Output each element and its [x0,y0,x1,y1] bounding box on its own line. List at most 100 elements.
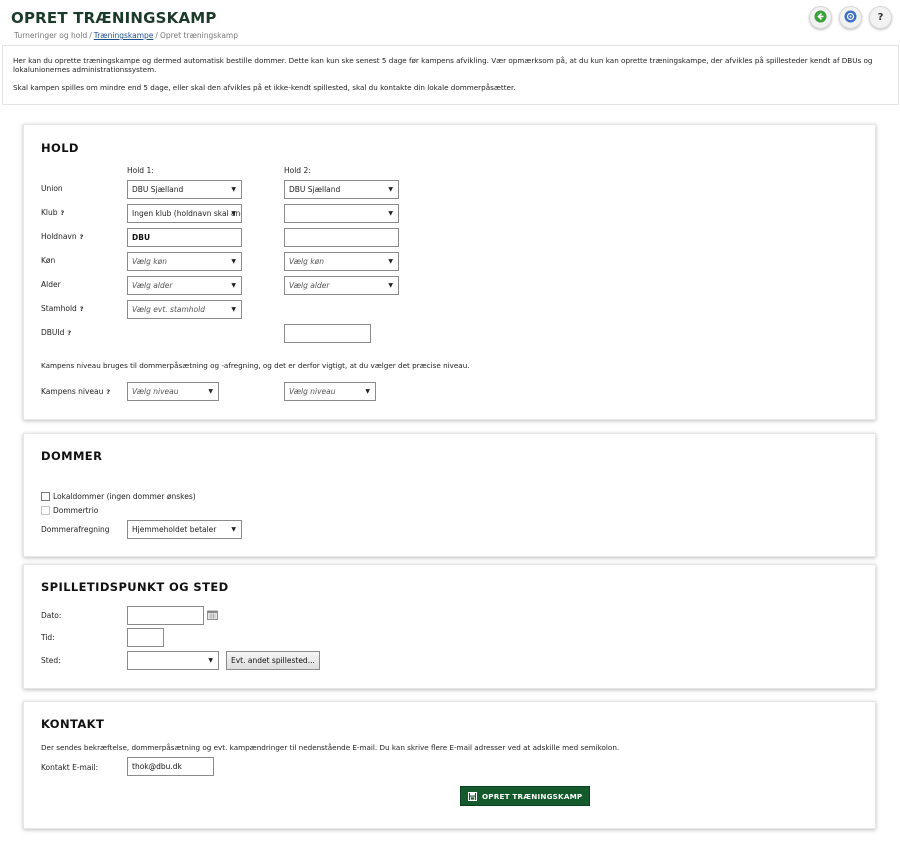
hold1-klub-select[interactable]: Ingen klub (holdnavn skal angives)▼ [127,204,242,223]
hold1-niveau-select[interactable]: Vælg niveau ▼ [127,382,219,401]
hold1-union-select[interactable]: DBU Sjælland ▼ [127,180,242,199]
breadcrumb-item-training-matches[interactable]: Træningskampe [94,31,154,40]
select-value: Vælg køn [289,257,324,266]
select-value: Vælg alder [132,281,173,290]
caret-down-icon: ▼ [231,306,236,313]
hold1-holdnavn-input[interactable]: DBU [127,228,242,247]
dommertrio-checkbox-row[interactable]: Dommertrio [41,506,98,515]
sted-select[interactable]: ▼ [127,651,219,670]
info-paragraph: Skal kampen spilles om mindre end 5 dage… [13,83,516,92]
select-value: Ingen klub (holdnavn skal angives) [132,209,241,218]
spilletid-panel: SPILLETIDSPUNKT OG STED Dato: Tid: Sted:… [23,564,876,689]
holdnavn-label: Holdnavn? [41,232,83,241]
save-disk-icon [468,791,477,801]
select-value: Vælg køn [132,257,167,266]
dommertrio-label: Dommertrio [53,506,99,515]
back-arrow-icon [814,10,827,25]
dato-label: Dato: [41,611,62,620]
dommertrio-checkbox[interactable] [41,506,50,515]
hold2-kon-select[interactable]: Vælg køn ▼ [284,252,399,271]
caret-down-icon: ▼ [231,186,236,193]
kontakt-panel: KONTAKT Der sendes bekræftelse, dommerpå… [23,701,876,829]
lokaldommer-checkbox[interactable] [41,492,50,501]
caret-down-icon: ▼ [388,186,393,193]
hold2-header: Hold 2: [284,166,311,175]
breadcrumb: Turneringer og hold / Træningskampe / Opret … [14,31,238,40]
stamhold-label-text: Stamhold [41,304,77,313]
lokaldommer-checkbox-row[interactable]: Lokaldommer (ingen dommer ønskes) [41,492,196,501]
caret-down-icon: ▼ [231,210,236,217]
submit-label: OPRET TRÆNINGSKAMP [482,791,583,801]
calendar-icon[interactable] [207,610,218,622]
info-button[interactable] [839,6,862,29]
dommer-panel: DOMMER Lokaldommer (ingen dommer ønskes)… [23,433,876,557]
dommerafregning-label: Dommerafregning [41,525,110,534]
hold2-niveau-select[interactable]: Vælg niveau ▼ [284,382,376,401]
back-button[interactable] [809,6,832,29]
hold1-stamhold-select[interactable]: Vælg evt. stamhold ▼ [127,300,242,319]
other-venue-button[interactable]: Evt. andet spillested... [226,651,320,670]
dommer-section-title: DOMMER [41,449,103,463]
caret-down-icon: ▼ [231,526,236,533]
spilletid-section-title: SPILLETIDSPUNKT OG STED [41,580,229,594]
caret-down-icon: ▼ [208,388,213,395]
hold1-header: Hold 1: [127,166,154,175]
select-value: DBU Sjælland [289,185,341,194]
help-question-icon[interactable]: ? [67,329,71,337]
kontakt-note: Der sendes bekræftelse, dommerpåsætning … [41,743,620,752]
help-question-icon[interactable]: ? [61,209,65,217]
breadcrumb-item-current: Opret træningskamp [159,31,238,40]
select-value: Hjemmeholdet betaler [132,525,217,534]
union-label: Union [41,184,63,193]
hold1-kon-select[interactable]: Vælg køn ▼ [127,252,242,271]
hold2-union-select[interactable]: DBU Sjælland ▼ [284,180,399,199]
kontakt-email-input[interactable]: thok@dbu.dk [127,757,214,776]
dbuid-label-text: DBUId [41,328,65,337]
info-paragraph: Her kan du oprette træningskampe og derm… [13,56,873,74]
caret-down-icon: ▼ [388,258,393,265]
hold-section-title: HOLD [41,141,79,155]
hold2-klub-select[interactable]: ▼ [284,204,399,223]
caret-down-icon: ▼ [231,282,236,289]
help-question-icon[interactable]: ? [106,388,110,396]
submit-button[interactable]: OPRET TRÆNINGSKAMP [460,786,591,806]
kontakt-section-title: KONTAKT [41,717,105,731]
top-toolbar: ? [809,6,892,29]
klub-label-text: Klub [41,208,58,217]
hold2-alder-select[interactable]: Vælg alder ▼ [284,276,399,295]
niveau-note: Kampens niveau bruges til dommerpåsætnin… [41,361,470,370]
caret-down-icon: ▼ [208,657,213,664]
help-question-icon[interactable]: ? [80,233,84,241]
niveau-label: Kampens niveau? [41,387,110,396]
sted-label: Sted: [41,656,61,665]
hold2-dbuid-input[interactable] [284,324,371,343]
hold1-alder-select[interactable]: Vælg alder ▼ [127,276,242,295]
select-value: Vælg niveau [132,387,179,396]
hold-panel: HOLD Hold 1: Hold 2: Union DBU Sjælland ▼… [23,124,876,420]
select-value: Vælg niveau [289,387,336,396]
hold2-holdnavn-input[interactable] [284,228,399,247]
caret-down-icon: ▼ [388,282,393,289]
tid-input[interactable] [127,628,164,647]
breadcrumb-item-tournaments[interactable]: Turneringer og hold [14,31,87,40]
caret-down-icon: ▼ [388,210,393,217]
page-title: OPRET TRÆNINGSKAMP [11,9,217,27]
kon-label: Køn [41,256,56,265]
dato-input[interactable] [127,606,204,625]
klub-label: Klub? [41,208,64,217]
select-value: Vælg alder [289,281,330,290]
tid-label: Tid: [41,633,55,642]
select-value: Vælg evt. stamhold [132,305,205,314]
niveau-label-text: Kampens niveau [41,387,104,396]
select-value: DBU Sjælland [132,185,184,194]
info-icon [844,10,857,25]
caret-down-icon: ▼ [231,258,236,265]
lokaldommer-label: Lokaldommer (ingen dommer ønskes) [53,492,196,501]
info-box: Her kan du oprette træningskampe og derm… [2,45,899,105]
help-icon: ? [877,12,884,23]
help-button[interactable]: ? [869,6,892,29]
holdnavn-label-text: Holdnavn [41,232,77,241]
dommerafregning-select[interactable]: Hjemmeholdet betaler ▼ [127,520,242,539]
help-question-icon[interactable]: ? [80,305,84,313]
caret-down-icon: ▼ [365,388,370,395]
